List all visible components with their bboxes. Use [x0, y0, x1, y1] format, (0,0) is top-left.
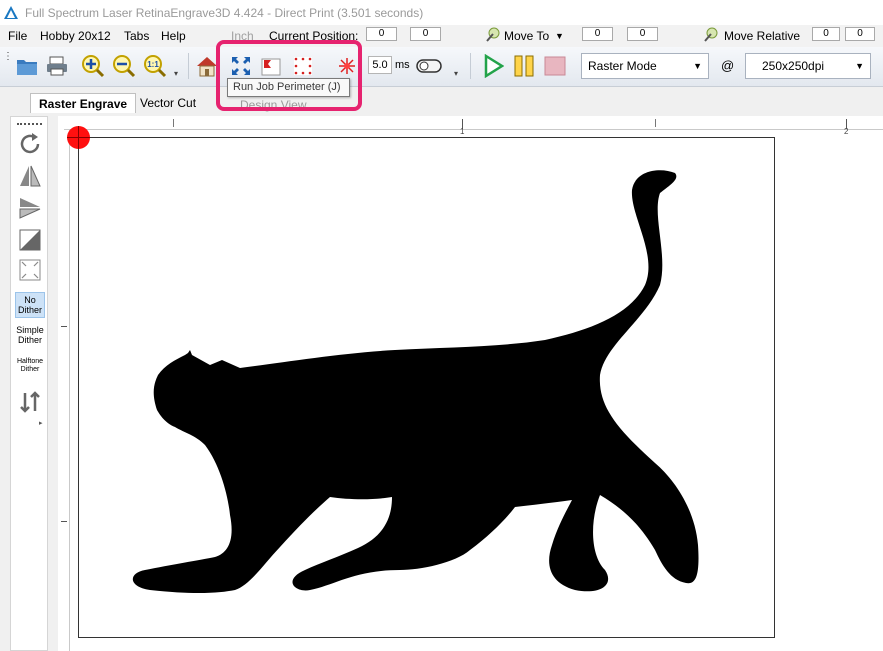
- invert-button[interactable]: [17, 227, 43, 253]
- dpi-select[interactable]: 250x250dpi ▼: [745, 53, 871, 79]
- zoom-one-to-one-icon: 1:1: [144, 55, 167, 78]
- no-dither-option[interactable]: No Dither: [15, 292, 45, 318]
- move-to-dropdown-icon[interactable]: ▼: [555, 31, 564, 41]
- tab-vector-cut[interactable]: Vector Cut: [132, 93, 204, 113]
- toggle-pill-icon: [416, 59, 442, 73]
- pulse-duration-field[interactable]: 5.0: [368, 56, 392, 74]
- play-icon: [484, 54, 504, 78]
- chevron-down-icon: ▼: [693, 61, 702, 71]
- pause-job-button[interactable]: [511, 52, 537, 80]
- move-relative-button[interactable]: Move Relative: [724, 29, 800, 43]
- move-to-button[interactable]: Move To: [504, 29, 549, 43]
- current-position-x: 0: [366, 27, 397, 41]
- printer-icon: [47, 56, 67, 76]
- move-to-x[interactable]: 0: [582, 27, 613, 41]
- window-title: Full Spectrum Laser RetinaEngrave3D 4.42…: [25, 5, 424, 20]
- up-down-arrows-icon: [20, 391, 40, 413]
- view-tabs: Raster Engrave Vector Cut Design View: [0, 88, 883, 113]
- origin-marker-icon[interactable]: [67, 126, 90, 149]
- panel-grip[interactable]: [17, 123, 42, 125]
- ruler-tick: [61, 326, 67, 327]
- mode-select-value: Raster Mode: [588, 59, 657, 73]
- menu-machine[interactable]: Hobby 20x12: [40, 29, 111, 43]
- mode-select[interactable]: Raster Mode ▼: [581, 53, 709, 79]
- open-file-button[interactable]: [14, 52, 40, 80]
- toolbar-grip[interactable]: ⋮: [3, 52, 13, 62]
- menu-bar: File Hobby 20x12 Tabs Help Inch Current …: [0, 25, 883, 47]
- horizontal-ruler: 1 2: [64, 116, 883, 136]
- fit-to-page-button[interactable]: [17, 257, 43, 283]
- halftone-dither-option[interactable]: Halftone Dither: [15, 358, 45, 374]
- toolbar-overflow-icon-2[interactable]: ▾: [454, 69, 460, 78]
- stop-icon: [544, 56, 566, 76]
- move-to-y[interactable]: 0: [627, 27, 658, 41]
- panel-expand-icon[interactable]: ▸: [39, 419, 43, 427]
- stop-job-button[interactable]: [542, 52, 568, 80]
- svg-text:1:1: 1:1: [147, 60, 159, 69]
- menu-tabs[interactable]: Tabs: [124, 29, 149, 43]
- vertical-ruler: [58, 116, 70, 651]
- air-assist-toggle[interactable]: [416, 52, 442, 80]
- ruler-tick: [655, 119, 656, 127]
- rotate-icon: [20, 133, 40, 154]
- pause-icon: [514, 55, 534, 77]
- chevron-down-icon: ▼: [855, 61, 864, 71]
- title-bar: Full Spectrum Laser RetinaEngrave3D 4.42…: [0, 0, 883, 25]
- folder-icon: [17, 60, 37, 75]
- current-position-y: 0: [410, 27, 441, 41]
- fit-page-icon: [19, 259, 41, 281]
- move-relative-y[interactable]: 0: [845, 27, 875, 41]
- move-relative-icon[interactable]: [703, 27, 719, 43]
- toolbar-separator: [188, 53, 189, 79]
- zoom-out-icon: [113, 55, 136, 78]
- dpi-select-value: 250x250dpi: [762, 59, 825, 73]
- tool-panel: No Dither Simple Dither Halftone Dither …: [10, 116, 48, 651]
- toolbar-overflow-icon[interactable]: ▾: [174, 69, 180, 78]
- move-relative-x[interactable]: 0: [812, 27, 840, 41]
- flip-vertical-icon: [19, 198, 41, 219]
- ruler-tick: [61, 521, 67, 522]
- menu-help[interactable]: Help: [161, 29, 186, 43]
- toolbar-separator-2: [470, 53, 471, 79]
- rotate-button[interactable]: [17, 131, 43, 157]
- flip-horizontal-button[interactable]: [17, 163, 43, 189]
- start-job-button[interactable]: [480, 52, 506, 80]
- flip-vertical-button[interactable]: [17, 195, 43, 221]
- ruler-label-2: 2: [844, 127, 849, 136]
- cat-silhouette-image[interactable]: [120, 165, 710, 605]
- pulse-unit-label: ms: [395, 59, 410, 71]
- simple-dither-option[interactable]: Simple Dither: [15, 325, 45, 345]
- at-label: @: [721, 58, 735, 73]
- move-to-icon[interactable]: [485, 27, 501, 43]
- zoom-out-button[interactable]: [111, 52, 137, 80]
- sort-direction-button[interactable]: [17, 389, 43, 415]
- main-toolbar: ⋮ 1:1 ▾ 5.0 ms ▾ Raster Mode ▼ @ 250x250…: [0, 47, 883, 87]
- flip-horizontal-icon: [20, 165, 41, 187]
- menu-file[interactable]: File: [8, 29, 27, 43]
- ruler-tick: [173, 119, 174, 127]
- zoom-in-button[interactable]: [80, 52, 106, 80]
- invert-icon: [19, 229, 41, 251]
- zoom-in-icon: [82, 55, 105, 78]
- highlight-frame: [216, 40, 362, 111]
- zoom-actual-button[interactable]: 1:1: [142, 52, 168, 80]
- tab-raster-engrave[interactable]: Raster Engrave: [30, 93, 137, 113]
- ruler-label-1: 1: [460, 127, 465, 136]
- app-logo-icon: [4, 5, 18, 19]
- print-button[interactable]: [44, 52, 70, 80]
